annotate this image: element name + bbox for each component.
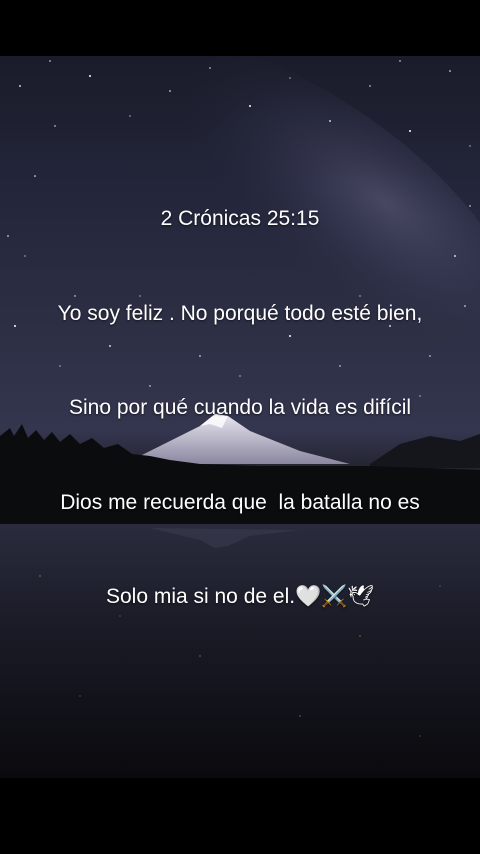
verse-line-3: Dios me recuerda que la batalla no es — [60, 490, 420, 514]
verse-line-1: Yo soy feliz . No porqué todo esté bien, — [57, 301, 423, 325]
verse-line-2: Sino por qué cuando la vida es difícil — [68, 396, 412, 419]
verse-quote: 2 Crónicas 25:15 Yo soy feliz . No porqu… — [0, 140, 480, 676]
verse-reference: 2 Crónicas 25:15 — [160, 207, 320, 230]
letterbox-bottom — [0, 778, 480, 854]
verse-line-4: Solo mia si no de el.🤍⚔️🕊 — [105, 585, 375, 608]
letterbox-top — [0, 0, 480, 56]
night-sky-mountain-photo: 2 Crónicas 25:15 Yo soy feliz . No porqu… — [0, 56, 480, 778]
photo-frame: 2 Crónicas 25:15 Yo soy feliz . No porqu… — [0, 0, 480, 854]
